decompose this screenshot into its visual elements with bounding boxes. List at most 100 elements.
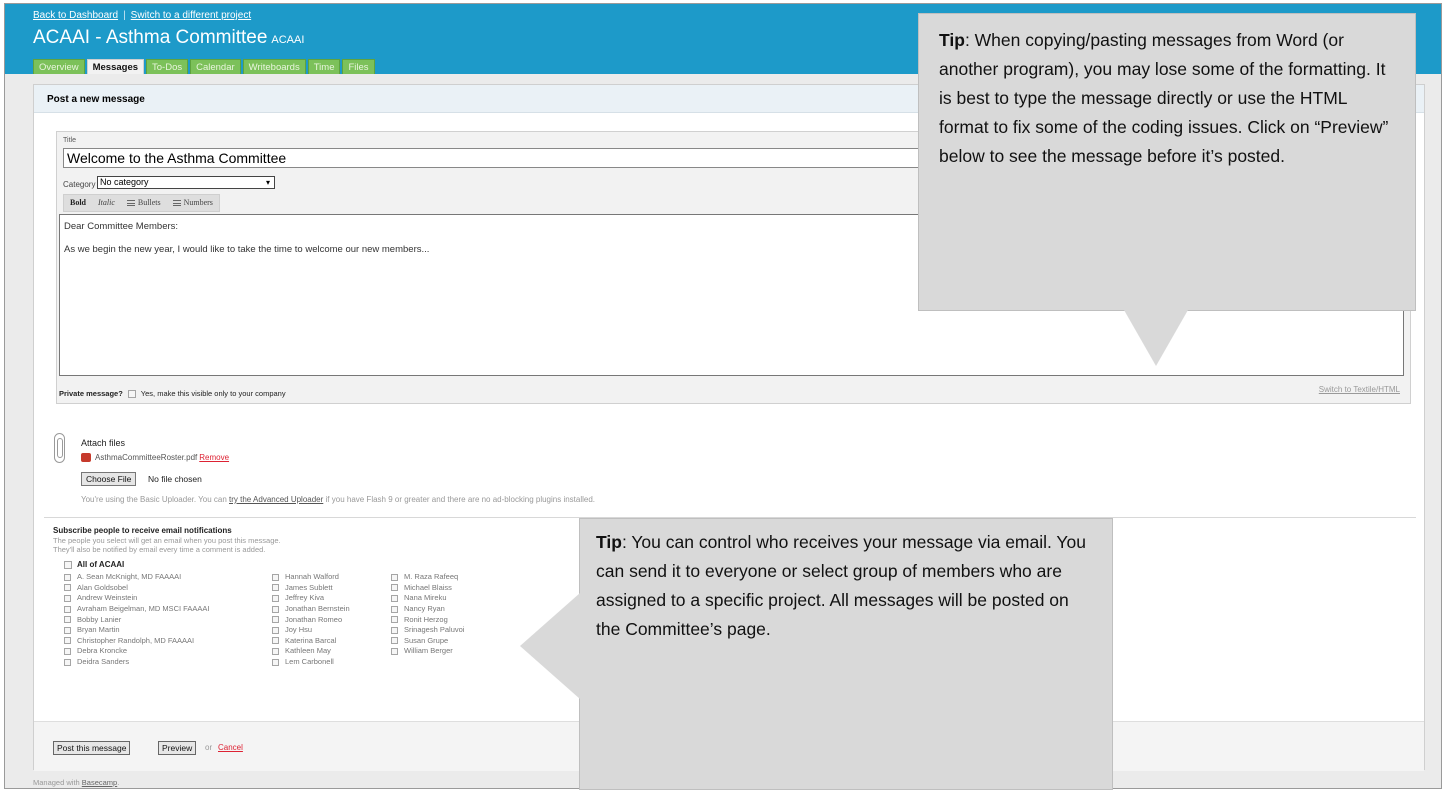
subscriber-item[interactable]: Christopher Randolph, MD FAAAAI — [64, 636, 209, 647]
subscriber-item[interactable]: Lem Carbonell — [272, 657, 350, 668]
subscriber-checkbox[interactable] — [272, 658, 279, 666]
bullets-label: Bullets — [137, 198, 161, 207]
subscriber-checkbox[interactable] — [391, 637, 398, 645]
subscriber-checkbox[interactable] — [64, 658, 71, 666]
subscriber-name: Nana Mireku — [404, 593, 447, 603]
subscriber-checkbox[interactable] — [272, 647, 279, 655]
tip-callout-notifications: Tip: You can control who receives your m… — [579, 518, 1113, 790]
subscriber-item[interactable]: Debra Kroncke — [64, 646, 209, 657]
subscriber-checkbox[interactable] — [391, 573, 398, 581]
tip-callout-pointer — [520, 593, 580, 699]
tab-overview[interactable]: Overview — [33, 59, 85, 74]
subscriber-item[interactable]: Susan Grupe — [391, 636, 464, 647]
subscriber-checkbox[interactable] — [64, 573, 71, 581]
subscriber-item[interactable]: Bryan Martin — [64, 625, 209, 636]
subscriber-item[interactable]: Ronit Herzog — [391, 614, 464, 625]
subscriber-checkbox[interactable] — [272, 616, 279, 624]
subscriber-checkbox[interactable] — [64, 647, 71, 655]
subscriber-item[interactable]: Nancy Ryan — [391, 604, 464, 615]
subscriber-checkbox[interactable] — [64, 616, 71, 624]
tab-writeboards[interactable]: Writeboards — [242, 59, 306, 74]
subscriber-checkbox[interactable] — [391, 594, 398, 602]
subscriber-checkbox[interactable] — [391, 605, 398, 613]
subscriber-checkbox[interactable] — [64, 637, 71, 645]
subscriber-checkbox[interactable] — [272, 584, 279, 592]
subscriber-checkbox[interactable] — [64, 584, 71, 592]
no-file-chosen-text: No file chosen — [148, 474, 202, 484]
subscriber-checkbox[interactable] — [272, 637, 279, 645]
subscriber-item[interactable]: Deidra Sanders — [64, 657, 209, 668]
subscriber-item[interactable]: James Sublett — [272, 583, 350, 594]
managed-with-footer: Managed with Basecamp. — [33, 778, 119, 787]
subscriber-checkbox[interactable] — [391, 647, 398, 655]
subscriber-item[interactable]: Avraham Beigelman, MD MSCI FAAAAI — [64, 604, 209, 615]
subscriber-checkbox[interactable] — [272, 605, 279, 613]
subscriber-checkbox[interactable] — [391, 616, 398, 624]
post-message-button[interactable]: Post this message — [53, 741, 131, 755]
subscriber-item[interactable]: Jeffrey Kiva — [272, 593, 350, 604]
cancel-link[interactable]: Cancel — [218, 743, 243, 752]
tab-messages[interactable]: Messages — [86, 59, 145, 74]
subscriber-item[interactable]: Andrew Weinstein — [64, 593, 209, 604]
category-select[interactable]: No category ▾ — [97, 176, 275, 189]
switch-format-link[interactable]: Switch to Textile/HTML — [1319, 385, 1400, 394]
subscriber-item[interactable]: Michael Blaiss — [391, 583, 464, 594]
private-message-row: Private message? Yes, make this visible … — [59, 389, 286, 398]
subscriber-checkbox[interactable] — [64, 626, 71, 634]
private-checkbox[interactable] — [127, 389, 136, 398]
subscriber-checkbox[interactable] — [64, 594, 71, 602]
subscriber-item[interactable]: Hannah Walford — [272, 572, 350, 583]
numbers-list-icon — [172, 200, 181, 206]
tab-todos[interactable]: To-Dos — [146, 59, 189, 74]
subscriber-name: Jeffrey Kiva — [285, 593, 325, 603]
choose-file-button[interactable]: Choose File — [81, 472, 137, 486]
basecamp-link[interactable]: Basecamp — [82, 778, 117, 787]
subscriber-item[interactable]: Nana Mireku — [391, 593, 464, 604]
subscriber-item[interactable]: Katerina Barcal — [272, 636, 350, 647]
tip-text: : You can control who receives your mess… — [596, 532, 1086, 639]
tip-text: : When copying/pasting messages from Wor… — [939, 30, 1389, 166]
subscriber-item[interactable]: Jonathan Romeo — [272, 614, 350, 625]
advanced-uploader-link[interactable]: try the Advanced Uploader — [229, 495, 323, 504]
attached-file-name: AsthmaCommitteeRoster.pdf — [95, 453, 198, 462]
preview-button[interactable]: Preview — [158, 741, 197, 755]
subscribe-description: The people you select will get an email … — [53, 536, 281, 545]
tip-callout-formatting: Tip: When copying/pasting messages from … — [918, 13, 1416, 311]
subscriber-checkbox[interactable] — [391, 584, 398, 592]
switch-project-link[interactable]: Switch to a different project — [131, 10, 251, 21]
subscribe-description: They'll also be notified by email every … — [53, 545, 266, 554]
subscriber-checkbox[interactable] — [272, 594, 279, 602]
tab-calendar[interactable]: Calendar — [190, 59, 241, 74]
select-all-checkbox[interactable] — [64, 560, 72, 569]
subscriber-item[interactable]: A. Sean McKnight, MD FAAAAI — [64, 572, 209, 583]
pdf-icon — [81, 453, 91, 462]
subscriber-item[interactable]: Kathleen May — [272, 646, 350, 657]
category-value: No category — [100, 177, 149, 187]
remove-file-link[interactable]: Remove — [199, 453, 229, 462]
bullets-button[interactable]: Bullets — [121, 195, 167, 211]
subscriber-item[interactable]: M. Raza Rafeeq — [391, 572, 464, 583]
subscriber-name: Lem Carbonell — [285, 657, 334, 667]
tab-files[interactable]: Files — [342, 59, 375, 74]
subscriber-name: James Sublett — [285, 582, 333, 592]
tab-time[interactable]: Time — [307, 59, 341, 74]
subscriber-item[interactable]: William Berger — [391, 646, 464, 657]
back-to-dashboard-link[interactable]: Back to Dashboard — [33, 10, 118, 21]
private-option-label: Yes, make this visible only to your comp… — [140, 389, 286, 398]
subscriber-name: Jonathan Romeo — [285, 614, 343, 624]
bold-button[interactable]: Bold — [64, 195, 92, 211]
subscriber-checkbox[interactable] — [272, 573, 279, 581]
subscriber-checkbox[interactable] — [272, 626, 279, 634]
subscriber-item[interactable]: Srinagesh Paluvoi — [391, 625, 464, 636]
title-label: Title — [63, 137, 76, 144]
italic-button[interactable]: Italic — [92, 195, 121, 211]
subscriber-item[interactable]: Bobby Lanier — [64, 614, 209, 625]
numbers-button[interactable]: Numbers — [167, 195, 219, 211]
subscriber-item[interactable]: Alan Goldsobel — [64, 583, 209, 594]
subscriber-checkbox[interactable] — [64, 605, 71, 613]
paperclip-icon — [54, 433, 65, 463]
subscriber-item[interactable]: Joy Hsu — [272, 625, 350, 636]
subscriber-item[interactable]: Jonathan Bernstein — [272, 604, 350, 615]
subscriber-checkbox[interactable] — [391, 626, 398, 634]
tip-label: Tip — [596, 532, 622, 552]
